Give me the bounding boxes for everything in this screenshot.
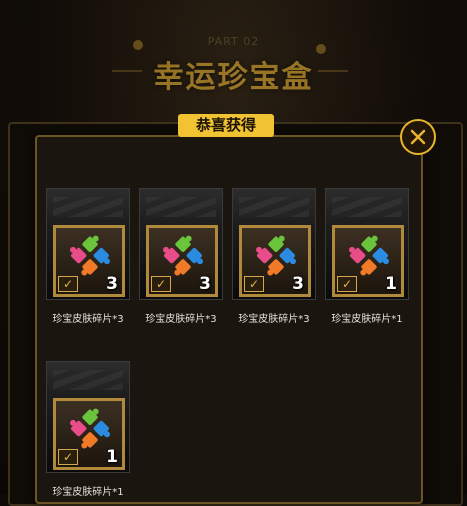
reward-item-1[interactable]: ✓ 3 珍宝皮肤碎片*3 — [46, 188, 130, 325]
header-subtitle: PART 02 — [207, 35, 260, 48]
item-icon-frame: ✓ 3 — [239, 225, 311, 297]
item-label: 珍宝皮肤碎片*3 — [145, 314, 217, 325]
bound-check-icon: ✓ — [58, 276, 78, 292]
bound-check-icon: ✓ — [151, 276, 171, 292]
item-label: 珍宝皮肤碎片*1 — [331, 314, 403, 325]
item-card-background: ✓ 3 — [139, 188, 223, 300]
item-count: 3 — [199, 274, 211, 294]
item-count: 1 — [106, 447, 118, 467]
reward-item-2[interactable]: ✓ 3 珍宝皮肤碎片*3 — [139, 188, 223, 325]
reward-item-4[interactable]: ✓ 1 珍宝皮肤碎片*1 — [325, 188, 409, 325]
item-icon-frame: ✓ 3 — [53, 225, 125, 297]
item-label: 珍宝皮肤碎片*1 — [52, 487, 124, 498]
card-pattern — [146, 197, 216, 217]
reward-item-3[interactable]: ✓ 3 珍宝皮肤碎片*3 — [232, 188, 316, 325]
item-icon-frame: ✓ 3 — [146, 225, 218, 297]
reward-item-5[interactable]: ✓ 1 珍宝皮肤碎片*1 — [46, 361, 130, 498]
close-button[interactable] — [400, 119, 436, 155]
card-pattern — [332, 197, 402, 217]
item-icon-frame: ✓ 1 — [332, 225, 404, 297]
item-count: 3 — [292, 274, 304, 294]
item-card-background: ✓ 1 — [325, 188, 409, 300]
card-pattern — [239, 197, 309, 217]
header-title: 幸运珍宝盒 — [153, 60, 314, 95]
item-label: 珍宝皮肤碎片*3 — [238, 314, 310, 325]
item-count: 1 — [385, 274, 397, 294]
item-label: 珍宝皮肤碎片*3 — [52, 314, 124, 325]
card-pattern — [53, 197, 123, 217]
bound-check-icon: ✓ — [58, 449, 78, 465]
item-card-background: ✓ 1 — [46, 361, 130, 473]
modal-title: 恭喜获得 — [178, 114, 274, 137]
card-pattern — [53, 370, 123, 390]
bound-check-icon: ✓ — [337, 276, 357, 292]
close-icon — [410, 129, 426, 145]
bound-check-icon: ✓ — [244, 276, 264, 292]
item-icon-frame: ✓ 1 — [53, 398, 125, 470]
item-card-background: ✓ 3 — [46, 188, 130, 300]
item-count: 3 — [106, 274, 118, 294]
item-card-background: ✓ 3 — [232, 188, 316, 300]
